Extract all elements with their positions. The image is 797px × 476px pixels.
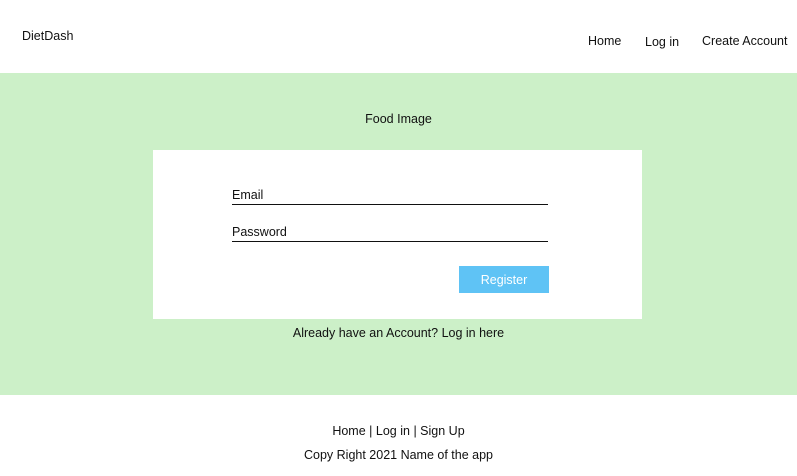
footer-signup-link[interactable]: Sign Up [420,424,464,438]
page-footer: Home | Log in | Sign Up Copy Right 2021 … [0,395,797,476]
login-here-link[interactable]: Already have an Account? Log in here [0,326,797,340]
footer-separator: | [369,424,373,438]
footer-separator: | [413,424,417,438]
register-form: Register [153,150,642,319]
email-field-wrapper [232,185,548,205]
brand-name: DietDash [22,29,74,43]
nav-create-account-link[interactable]: Create Account [702,34,787,48]
nav-home-link[interactable]: Home [588,34,621,48]
footer-home-link[interactable]: Home [332,424,365,438]
footer-links: Home | Log in | Sign Up [0,424,797,438]
copyright-text: Copy Right 2021 Name of the app [303,448,493,462]
nav-login-link[interactable]: Log in [645,35,679,49]
password-input[interactable] [232,222,548,242]
register-button[interactable]: Register [459,266,549,293]
email-input[interactable] [232,185,548,205]
top-header: DietDash Home Log in Create Account [0,0,797,73]
food-image-placeholder: Food Image [365,112,432,126]
hero-section: Food Image Register Already have an Acco… [0,73,797,395]
password-field-wrapper [232,222,548,242]
footer-login-link[interactable]: Log in [376,424,410,438]
